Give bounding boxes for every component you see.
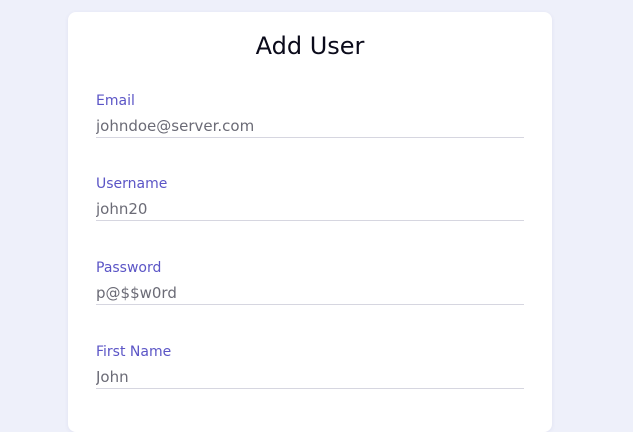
- email-label: Email: [96, 93, 135, 109]
- page-title: Add User: [255, 32, 365, 60]
- first-name-label: First Name: [96, 344, 172, 360]
- first-name-field-group: First Name: [96, 343, 524, 391]
- password-label: Password: [96, 260, 162, 276]
- first-name-field[interactable]: [96, 365, 524, 389]
- username-label: Username: [96, 176, 168, 192]
- email-field[interactable]: [96, 114, 524, 138]
- add-user-card: Add User Email Username Password First N…: [68, 12, 552, 432]
- email-field-group: Email: [96, 92, 524, 140]
- username-field-group: Username: [96, 175, 524, 223]
- password-field-group: Password: [96, 259, 524, 307]
- password-field[interactable]: [96, 281, 524, 305]
- username-field[interactable]: [96, 197, 524, 221]
